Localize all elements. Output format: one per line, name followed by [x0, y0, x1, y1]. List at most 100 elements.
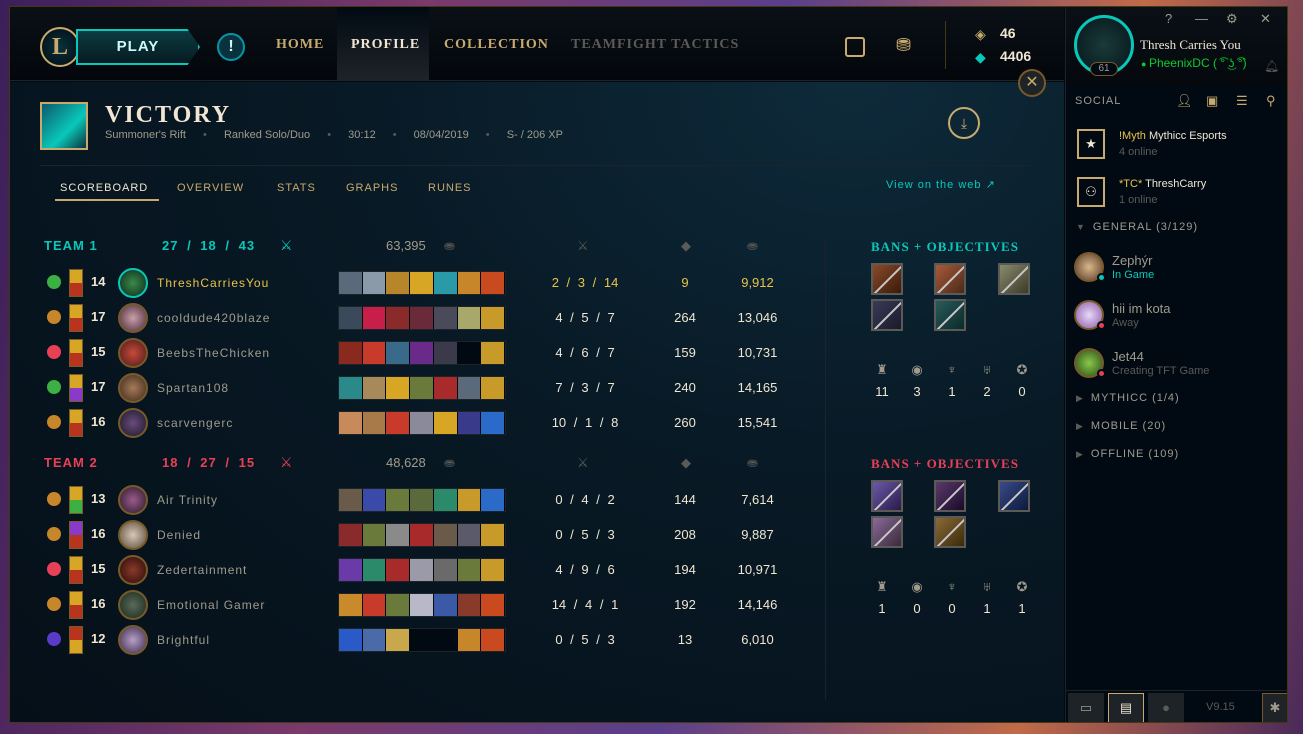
- social-title: SOCIAL: [1075, 95, 1122, 107]
- club-item[interactable]: ⚇ *TC* ThreshCarry 1 online: [1074, 175, 1287, 215]
- item-build: [338, 593, 506, 617]
- voice-mic-icon[interactable]: ●: [1148, 693, 1184, 722]
- summoner-name[interactable]: Thresh Carries You: [1140, 37, 1241, 53]
- keystone-icon: [47, 492, 61, 506]
- player-kda: 14 / 4 / 1: [551, 597, 619, 612]
- ban-slot[interactable]: [871, 299, 903, 331]
- nav-home[interactable]: HOME: [276, 37, 324, 53]
- group-label: MYTHICC (1/4): [1090, 392, 1180, 404]
- champion-avatar[interactable]: [118, 555, 148, 585]
- store-icon[interactable]: [845, 37, 865, 57]
- ban-slot[interactable]: [871, 516, 903, 548]
- champion-avatar[interactable]: [118, 590, 148, 620]
- ban-slot[interactable]: [934, 299, 966, 331]
- champion-avatar[interactable]: [118, 303, 148, 333]
- nav-collection[interactable]: COLLECTION: [444, 37, 549, 53]
- item-build: [338, 376, 506, 400]
- player-row[interactable]: 13 Air Trinity 0 / 4 / 2 144 7,614: [10, 483, 1064, 518]
- settings-gear-icon[interactable]: ⚙: [1226, 11, 1238, 27]
- profile-summary: 61 Thresh Carries You ● PheenixDC ( ͡° ͜…: [1066, 7, 1287, 85]
- play-button[interactable]: PLAY: [76, 29, 200, 65]
- ban-slot[interactable]: [934, 480, 966, 512]
- nav-teamfight-tactics[interactable]: TEAMFIGHT TACTICS: [571, 37, 739, 53]
- player-row[interactable]: 17 cooldude420blaze 4 / 5 / 7 264 13,046: [10, 301, 1064, 336]
- player-row[interactable]: 15 BeebsTheChicken 4 / 6 / 7 159 10,731: [10, 336, 1064, 371]
- player-row[interactable]: 17 Spartan108 7 / 3 / 7 240 14,165: [10, 371, 1064, 406]
- summoner-name[interactable]: Denied: [157, 528, 201, 542]
- player-row[interactable]: 16 Denied 0 / 5 / 3 208 9,887: [10, 518, 1064, 553]
- tab-runes[interactable]: RUNES: [428, 182, 472, 194]
- notification-bell-icon[interactable]: 🔔︎: [1264, 59, 1279, 73]
- player-row[interactable]: 16 Emotional Gamer 14 / 4 / 1 192 14,146: [10, 588, 1064, 623]
- summoner-name[interactable]: Spartan108: [157, 381, 229, 395]
- keystone-icon: [47, 275, 61, 289]
- tower-icon: ♜: [876, 362, 888, 377]
- group-mythicc[interactable]: ▶ MYTHICC (1/4): [1076, 392, 1180, 404]
- champion-avatar[interactable]: [118, 520, 148, 550]
- summoner-name[interactable]: Brightful: [157, 633, 210, 647]
- tab-overview[interactable]: OVERVIEW: [177, 182, 244, 194]
- item-build: [338, 628, 506, 652]
- friend-item[interactable]: Zephýr In Game: [1066, 250, 1287, 292]
- bug-report-icon[interactable]: ✱: [1262, 693, 1287, 722]
- player-gold: 15,541: [737, 415, 778, 430]
- ban-slot[interactable]: [871, 263, 903, 295]
- champion-avatar[interactable]: [118, 373, 148, 403]
- add-folder-icon[interactable]: ▣: [1206, 93, 1218, 109]
- club-online: 1 online: [1119, 194, 1158, 206]
- player-gold: 7,614: [741, 492, 774, 507]
- player-row[interactable]: 12 Brightful 0 / 5 / 3 13 6,010: [10, 623, 1064, 658]
- club-item[interactable]: ★ !Myth Mythicc Esports 4 online: [1074, 127, 1287, 167]
- champion-avatar[interactable]: [118, 338, 148, 368]
- friend-item[interactable]: Jet44 Creating TFT Game: [1066, 346, 1287, 388]
- nav-profile[interactable]: PROFILE: [351, 37, 420, 53]
- add-friend-icon[interactable]: 👤︎: [1176, 93, 1193, 109]
- group-mobile[interactable]: ▶ MOBILE (20): [1076, 420, 1166, 432]
- player-gold: 9,887: [741, 527, 774, 542]
- keystone-icon: [47, 597, 61, 611]
- ban-slot[interactable]: [998, 480, 1030, 512]
- search-icon[interactable]: ⚲: [1266, 93, 1276, 109]
- player-row[interactable]: 16 scarvengerc 10 / 1 / 8 260 15,541: [10, 406, 1064, 441]
- group-label: OFFLINE (109): [1090, 448, 1180, 460]
- status-message[interactable]: ● PheenixDC ( ͡° ͜ʖ ͡°): [1141, 56, 1247, 70]
- close-icon[interactable]: ✕: [1260, 11, 1271, 27]
- summoner-name[interactable]: Emotional Gamer: [157, 598, 265, 612]
- loot-icon[interactable]: ⛃: [896, 35, 911, 56]
- group-general[interactable]: ▼ GENERAL (3/129): [1076, 221, 1198, 233]
- notes-icon[interactable]: ▤: [1108, 693, 1144, 722]
- player-level: 17: [91, 379, 106, 394]
- group-offline[interactable]: ▶ OFFLINE (109): [1076, 448, 1179, 460]
- club-online: 4 online: [1119, 146, 1158, 158]
- list-icon[interactable]: ☰: [1236, 93, 1248, 109]
- download-replay-icon[interactable]: ⤓: [948, 107, 980, 139]
- summoner-name[interactable]: Air Trinity: [157, 493, 218, 507]
- champion-avatar[interactable]: [118, 408, 148, 438]
- alert-icon[interactable]: !: [217, 33, 245, 61]
- summoner-name[interactable]: cooldude420blaze: [157, 311, 270, 325]
- summoner-spells-icon: [69, 339, 83, 367]
- minimize-icon[interactable]: —: [1195, 11, 1208, 26]
- tab-stats[interactable]: STATS: [277, 182, 316, 194]
- summoner-name[interactable]: BeebsTheChicken: [157, 346, 270, 360]
- tab-graphs[interactable]: GRAPHS: [346, 182, 398, 194]
- player-row[interactable]: 14 ThreshCarriesYou 2 / 3 / 14 9 9,912: [10, 266, 1064, 301]
- view-on-web-link[interactable]: View on the web ↗: [886, 178, 996, 191]
- ban-slot[interactable]: [998, 263, 1030, 295]
- friend-item[interactable]: hii im kota Away: [1066, 298, 1287, 340]
- player-row[interactable]: 15 Zedertainment 4 / 9 / 6 194 10,971: [10, 553, 1064, 588]
- team2-dragons: 1: [983, 601, 991, 616]
- champion-avatar[interactable]: [118, 268, 148, 298]
- chat-icon[interactable]: ▭: [1068, 693, 1104, 722]
- summoner-name[interactable]: scarvengerc: [157, 416, 233, 430]
- close-match-button[interactable]: ✕: [1018, 69, 1046, 97]
- ban-slot[interactable]: [934, 516, 966, 548]
- champion-avatar[interactable]: [118, 625, 148, 655]
- summoner-name[interactable]: ThreshCarriesYou: [157, 276, 269, 290]
- summoner-name[interactable]: Zedertainment: [157, 563, 247, 577]
- help-icon[interactable]: ?: [1165, 11, 1172, 26]
- ban-slot[interactable]: [871, 480, 903, 512]
- tab-scoreboard[interactable]: SCOREBOARD: [60, 182, 148, 194]
- champion-avatar[interactable]: [118, 485, 148, 515]
- ban-slot[interactable]: [934, 263, 966, 295]
